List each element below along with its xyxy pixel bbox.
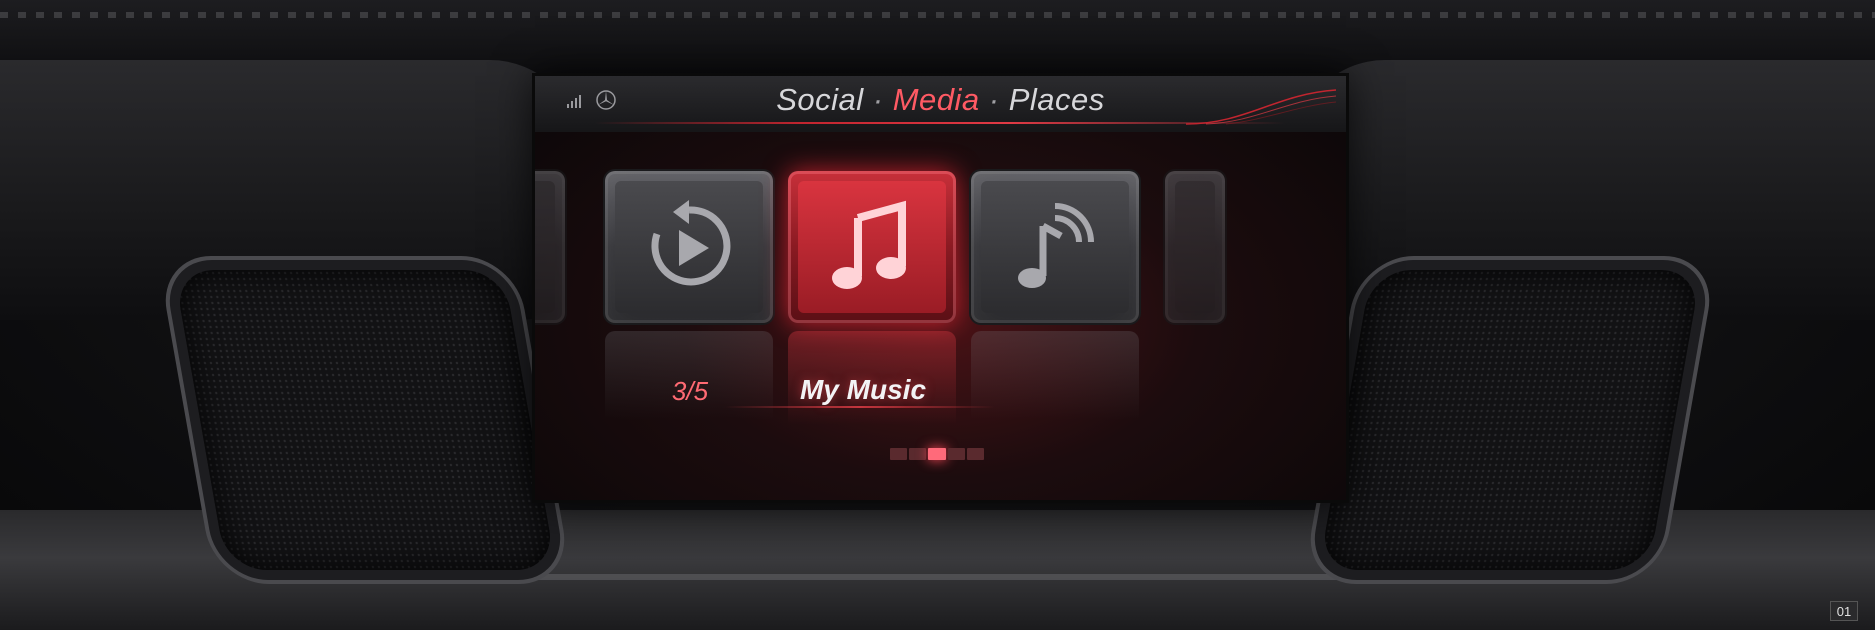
pager-dot [909, 448, 927, 460]
title-tab-media[interactable]: Media [893, 82, 980, 117]
title-tab-places[interactable]: Places [1009, 82, 1105, 117]
pager-dot [947, 448, 965, 460]
pager-dot [890, 448, 908, 460]
my-music-tile[interactable] [788, 171, 956, 323]
page-number-badge: 01 [1830, 601, 1858, 621]
label-glow-line [725, 406, 995, 408]
music-note-icon [832, 200, 906, 289]
item-counter: 3/5 [671, 376, 709, 406]
carousel-pager [890, 448, 985, 460]
tile-reflection [971, 331, 1139, 441]
car-interior-scene: Social · Media · Places 3/5 My Music [0, 0, 1875, 630]
pager-dot [966, 448, 985, 460]
title-tab-social[interactable]: Social [776, 82, 863, 117]
title-separator: · [988, 82, 1009, 117]
replay-icon [651, 200, 731, 286]
partial-tile-right[interactable] [1165, 171, 1225, 323]
pager-dot-active [928, 448, 946, 460]
swoosh-decoration [1186, 89, 1336, 125]
media-display-screen: Social · Media · Places 3/5 My Music [535, 76, 1346, 500]
online-music-tile[interactable] [971, 171, 1139, 323]
title-underline [595, 122, 1285, 124]
active-item-label: My Music [799, 374, 927, 405]
status-bar: Social · Media · Places [535, 76, 1346, 132]
dashboard-stitching [0, 12, 1875, 18]
title-separator: · [872, 82, 893, 117]
speaker-grille-right [1318, 270, 1702, 570]
replay-tile[interactable] [605, 171, 773, 323]
speaker-grille-left [173, 270, 557, 570]
streaming-music-icon [1018, 203, 1094, 288]
partial-tile-left[interactable] [535, 171, 565, 323]
